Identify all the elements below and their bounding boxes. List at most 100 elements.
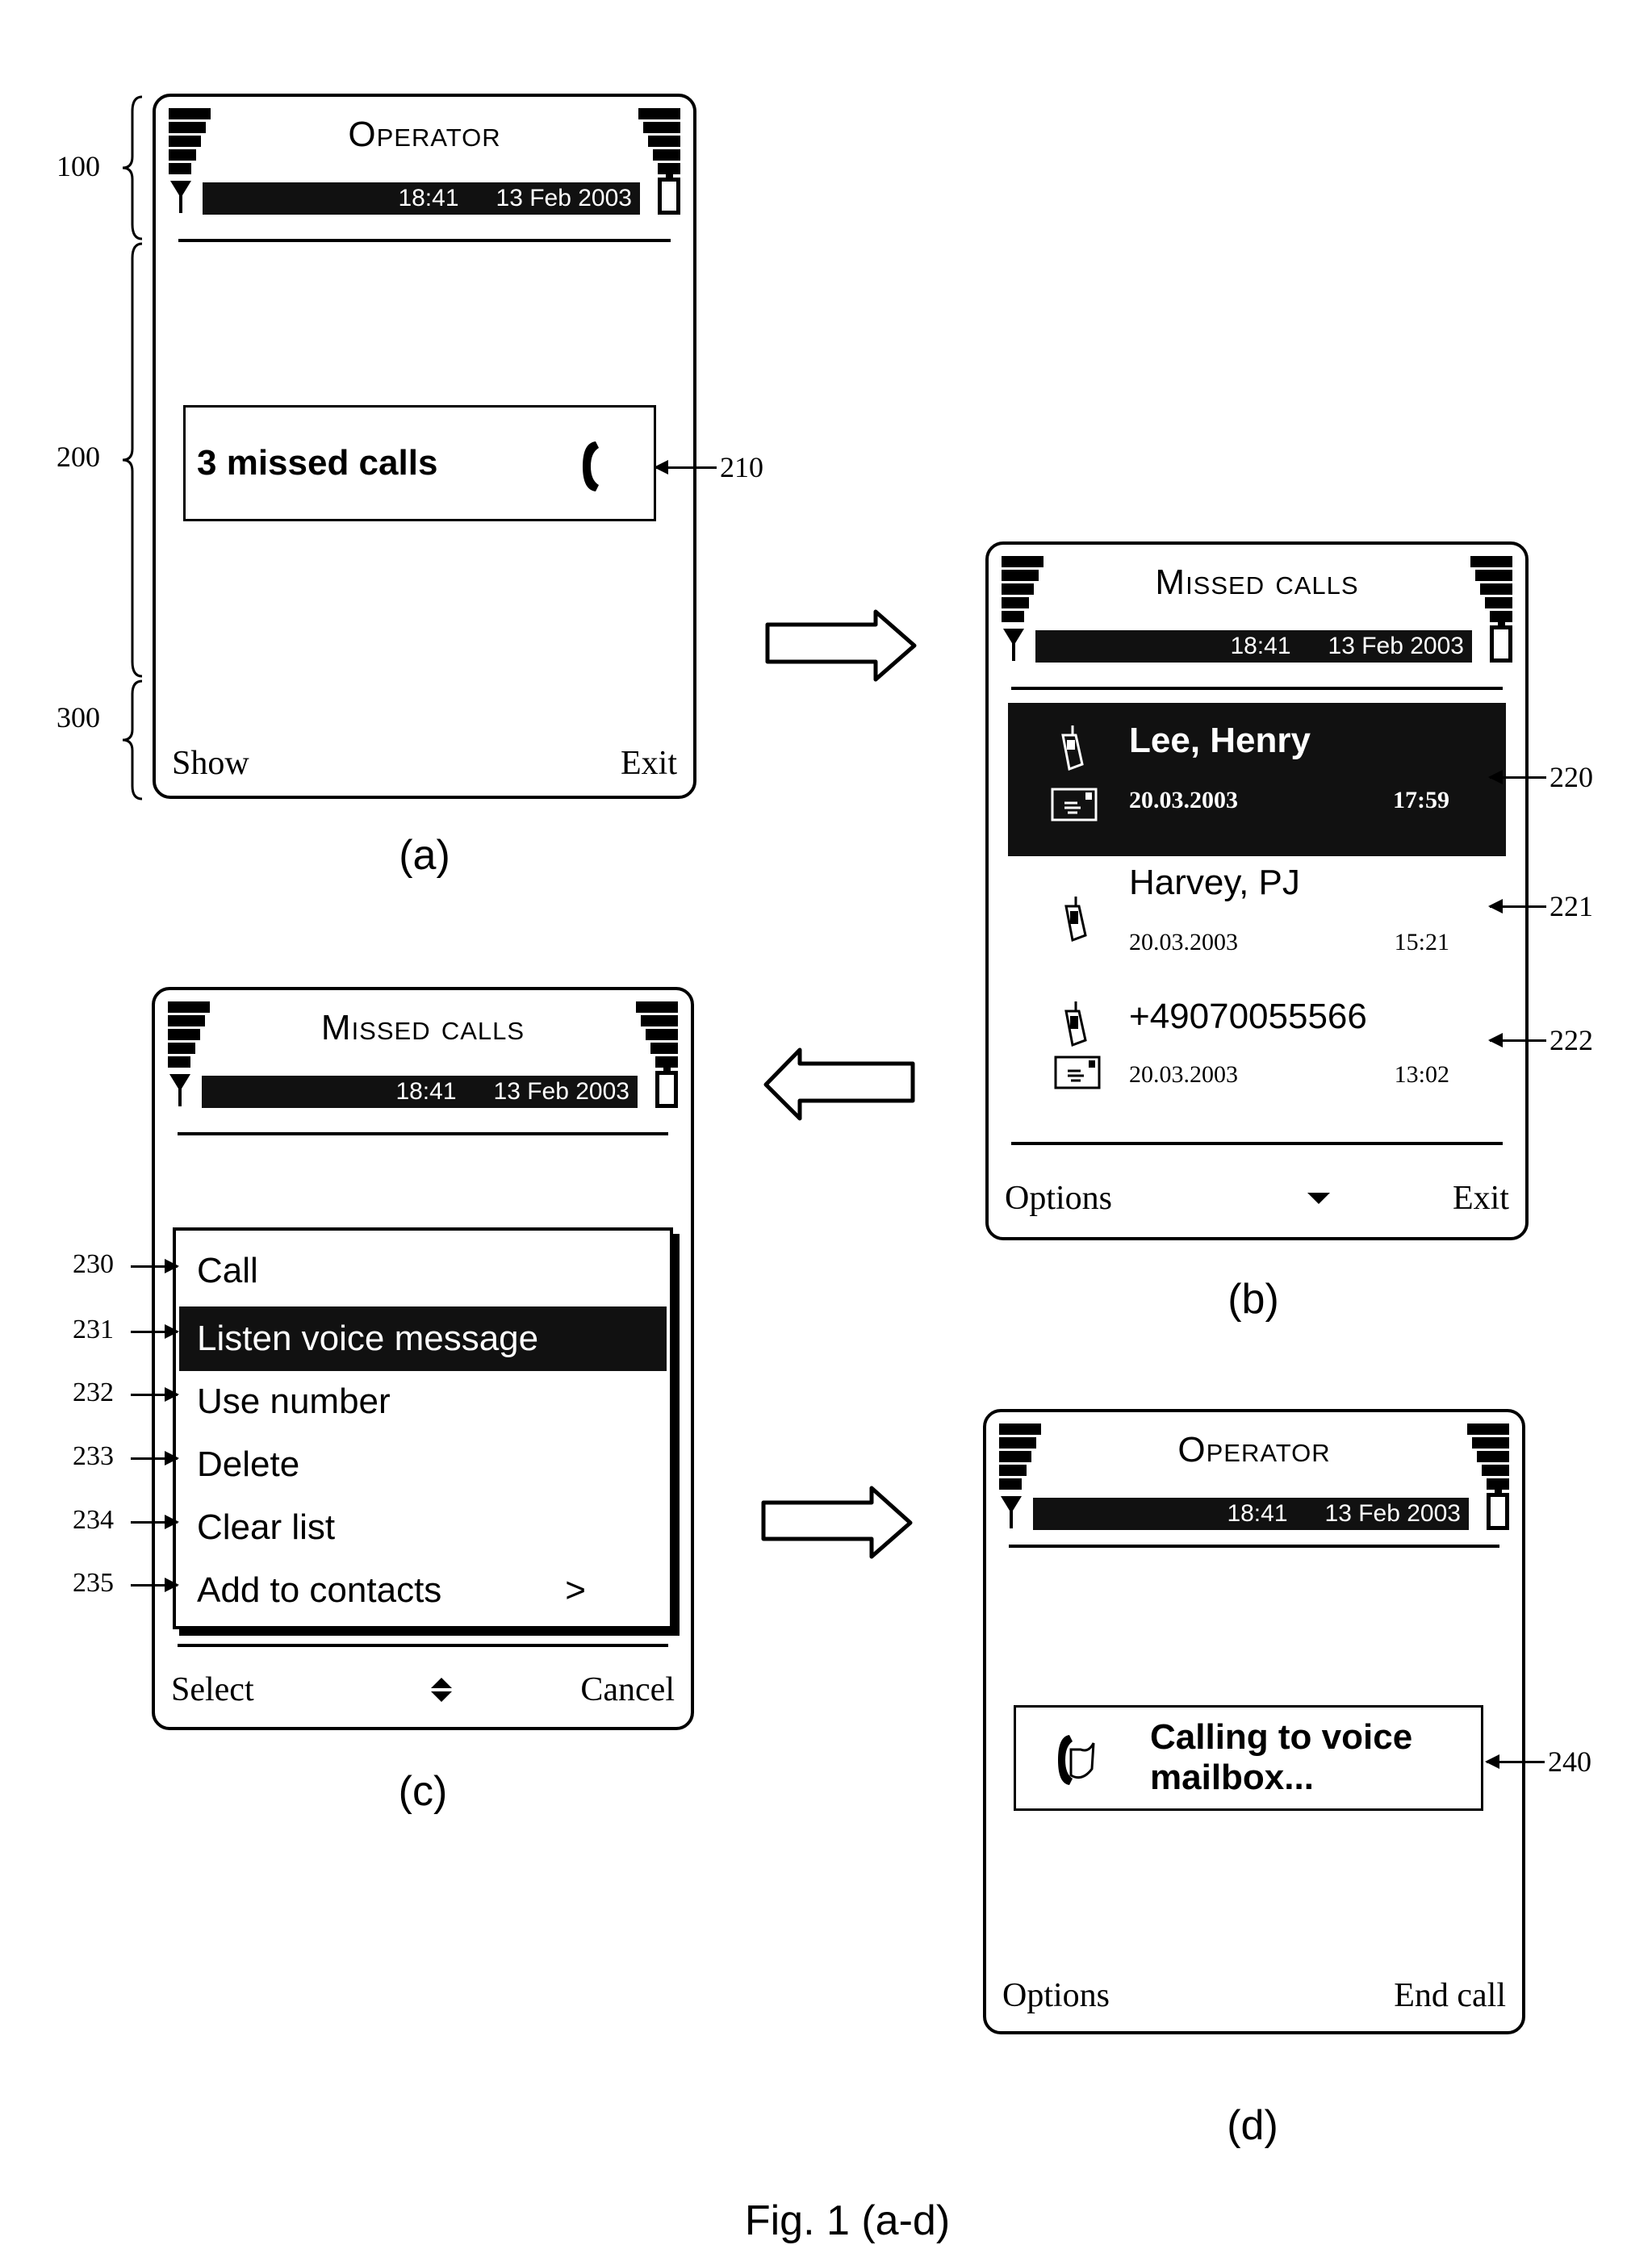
battery-level-icon: [1470, 556, 1512, 625]
softkey-options[interactable]: Options: [1005, 1179, 1112, 1218]
scroll-up-down-icon[interactable]: [431, 1678, 452, 1702]
ref-leader-230: [131, 1259, 179, 1273]
submenu-chevron-icon: >: [565, 1570, 586, 1610]
ref-label-233: 233: [73, 1441, 114, 1471]
voice-message-icon: [1051, 788, 1098, 821]
ref-label-200: 200: [56, 441, 100, 473]
battery-icon: [658, 174, 680, 215]
voice-message-icon: [1054, 1056, 1101, 1089]
ref-label-220: 220: [1550, 761, 1593, 793]
menu-item-use-number[interactable]: Use number: [179, 1369, 667, 1434]
call-date: 20.03.2003: [1129, 929, 1238, 955]
phone-screen-c: Missed calls 18:41 13 Feb 2003 Call Liste…: [152, 987, 694, 1730]
softkeys: Options End call: [1002, 1976, 1506, 2015]
ref-label-234: 234: [73, 1505, 114, 1535]
ref-leader-222: [1488, 1033, 1546, 1047]
antenna-icon: [1003, 629, 1024, 661]
note-text: 3 missed calls: [197, 443, 438, 483]
note-line-1: Calling to voice: [1150, 1717, 1413, 1757]
screen-title: Operator: [348, 115, 501, 154]
flow-arrow-left: [763, 1047, 915, 1121]
ref-label-221: 221: [1550, 890, 1593, 922]
header-divider: [1009, 1545, 1499, 1548]
calling-voicemail-note[interactable]: Calling to voice mailbox...: [1014, 1705, 1483, 1811]
ref-label-232: 232: [73, 1378, 114, 1407]
scroll-down-icon[interactable]: [1307, 1193, 1330, 1204]
screen-title: Operator: [1177, 1430, 1331, 1469]
clock: 18:41: [1227, 1500, 1288, 1527]
softkey-divider: [178, 1644, 668, 1647]
ref-leader-234: [131, 1515, 179, 1529]
ref-label-100: 100: [56, 150, 100, 182]
ref-leader-232: [131, 1387, 179, 1402]
softkey-select[interactable]: Select: [171, 1670, 254, 1709]
ref-leader-233: [131, 1451, 179, 1465]
header-divider: [178, 1132, 668, 1135]
phone-screen-b: Missed calls 18:41 13 Feb 2003 Lee, Henry…: [985, 541, 1529, 1240]
menu-item-clear-list[interactable]: Clear list: [179, 1495, 667, 1560]
phone-screen-d: Operator 18:41 13 Feb 2003 Calling to voi…: [983, 1409, 1525, 2034]
ref-label-222: 222: [1550, 1024, 1593, 1056]
menu-item-label: Use number: [197, 1382, 391, 1421]
ref-leader-221: [1488, 899, 1546, 913]
softkey-cancel[interactable]: Cancel: [580, 1670, 675, 1709]
missed-call-item[interactable]: Lee, Henry 20.03.2003 17:59: [1008, 703, 1506, 856]
menu-item-add-to-contacts[interactable]: Add to contacts >: [179, 1558, 667, 1623]
battery-icon: [655, 1068, 678, 1108]
caller-name: Lee, Henry: [1129, 721, 1311, 760]
softkey-options[interactable]: Options: [1002, 1976, 1110, 2015]
softkey-show[interactable]: Show: [172, 744, 249, 783]
clock: 18:41: [1230, 633, 1291, 659]
menu-item-delete[interactable]: Delete: [179, 1432, 667, 1497]
screen-title: Missed calls: [1155, 562, 1359, 602]
call-date: 20.03.2003: [1129, 787, 1238, 813]
caller-name: +49070055566: [1129, 997, 1367, 1036]
ref-label-210: 210: [720, 451, 763, 483]
status-bar: 18:41 13 Feb 2003: [202, 1076, 638, 1108]
caller-name: Harvey, PJ: [1129, 863, 1300, 902]
screen-title: Missed calls: [320, 1008, 525, 1047]
ref-label-300: 300: [56, 701, 100, 734]
menu-item-label: Delete: [197, 1444, 300, 1484]
ref-label-230: 230: [73, 1249, 114, 1279]
figure-caption: Fig. 1 (a-d): [744, 2197, 951, 2244]
mobile-phone-icon: [1064, 897, 1087, 943]
softkeys: Show Exit: [172, 744, 677, 783]
panel-label-c: (c): [398, 1768, 448, 1815]
flow-arrow-right: [761, 1486, 913, 1559]
note-line-2: mailbox...: [1150, 1758, 1314, 1797]
battery-level-icon: [1467, 1424, 1509, 1492]
options-menu: Call Listen voice message Use number Del…: [173, 1227, 673, 1629]
antenna-icon: [170, 181, 191, 213]
ref-leader-231: [131, 1324, 179, 1339]
softkey-end-call[interactable]: End call: [1394, 1976, 1506, 2015]
clock: 18:41: [398, 185, 459, 211]
mobile-phone-icon: [1064, 1001, 1087, 1047]
phone-screen-a: Operator 18:41 13 Feb 2003 3 missed calls…: [153, 94, 696, 799]
status-bar: 18:41 13 Feb 2003: [203, 182, 640, 215]
menu-item-call[interactable]: Call: [179, 1239, 667, 1303]
antenna-icon: [169, 1074, 190, 1106]
status-bar: 18:41 13 Feb 2003: [1035, 630, 1472, 663]
date: 13 Feb 2003: [496, 185, 632, 211]
date: 13 Feb 2003: [1328, 633, 1464, 659]
header-divider: [1011, 687, 1503, 690]
ref-leader-210: [654, 460, 717, 475]
call-time: 13:02: [1394, 1061, 1449, 1088]
menu-item-label: Add to contacts: [197, 1570, 442, 1610]
battery-level-icon: [636, 1001, 678, 1070]
missed-call-item[interactable]: Harvey, PJ 20.03.2003 15:21: [1008, 859, 1506, 989]
missed-calls-note[interactable]: 3 missed calls: [183, 405, 656, 521]
battery-level-icon: [638, 108, 680, 177]
softkey-exit[interactable]: Exit: [1453, 1179, 1509, 1218]
softkey-divider: [1011, 1142, 1503, 1145]
missed-call-item[interactable]: +49070055566 20.03.2003 13:02: [1008, 997, 1506, 1126]
flow-arrow-right: [765, 609, 917, 682]
brace-content: [122, 242, 143, 678]
menu-item-listen-voice-message[interactable]: Listen voice message: [179, 1306, 667, 1371]
menu-item-label: Listen voice message: [197, 1319, 539, 1358]
panel-label-b: (b): [1227, 1276, 1279, 1323]
header-divider: [178, 239, 671, 242]
call-time: 17:59: [1393, 787, 1449, 813]
softkey-exit[interactable]: Exit: [621, 744, 677, 783]
